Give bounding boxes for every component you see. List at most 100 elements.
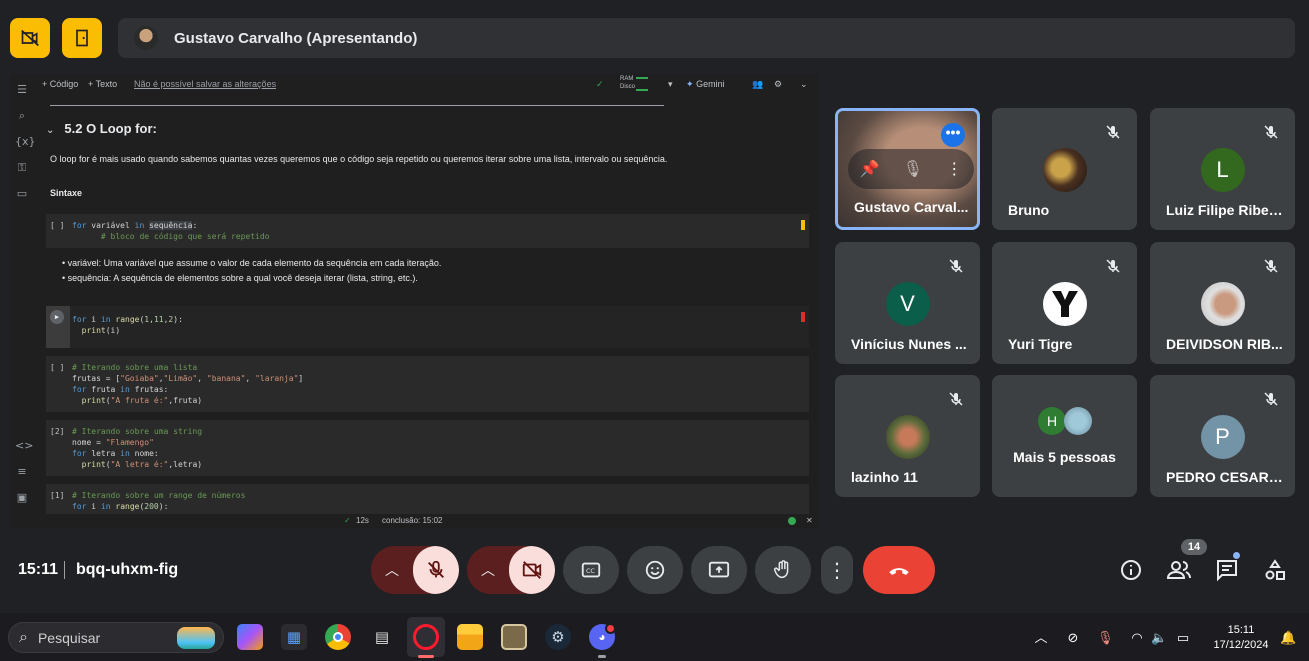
- show-hidden-icons-chevron-icon[interactable]: ︿: [1033, 630, 1049, 646]
- cell-exec-count: [ ]: [50, 221, 65, 230]
- chrome-app-icon[interactable]: [325, 624, 351, 650]
- tile-more-options-button[interactable]: •••: [941, 123, 965, 147]
- door-icon: [76, 29, 88, 47]
- store-app-icon[interactable]: ▦: [281, 624, 307, 650]
- camera-off-tray-icon[interactable]: ⊘: [1065, 630, 1081, 646]
- taskbar-search[interactable]: ⌕ Pesquisar: [8, 622, 224, 653]
- file-explorer-app-icon[interactable]: [457, 624, 483, 650]
- participant-name: Luiz Filipe Ribei...: [1166, 202, 1284, 218]
- mic-off-icon: [1259, 387, 1283, 411]
- unmute-mic-button[interactable]: [413, 546, 459, 594]
- steam-app-icon[interactable]: ⚙: [545, 624, 571, 650]
- add-text-button[interactable]: + Texto: [88, 79, 117, 89]
- opera-app-icon[interactable]: [413, 624, 439, 650]
- picture-app-icon[interactable]: [501, 624, 527, 650]
- runtime-dropdown-icon[interactable]: ▾: [668, 79, 673, 90]
- pin-icon[interactable]: 📌: [860, 159, 880, 179]
- hide-self-view-button[interactable]: [10, 18, 50, 58]
- reactions-button[interactable]: [627, 546, 683, 594]
- notification-bell-icon[interactable]: 🔔: [1280, 630, 1296, 646]
- shared-screen: ☰ ⌕ {x} ⚿ ▭ <> ≡ ▣ + Código + Texto Não …: [10, 74, 818, 528]
- captions-button[interactable]: CC: [563, 546, 619, 594]
- folder-icon: ▭: [16, 187, 28, 200]
- ram-label: RAM: [620, 76, 634, 82]
- present-screen-button[interactable]: [691, 546, 747, 594]
- participant-tile-deividson[interactable]: DEIVIDSON RIB...: [1150, 242, 1295, 364]
- more-options-button[interactable]: ⋮: [821, 546, 853, 594]
- elapsed-time: 12s: [356, 516, 369, 525]
- mic-off-icon: [1101, 254, 1125, 278]
- collapse-chevron-icon[interactable]: ⌄: [800, 79, 808, 90]
- leave-call-button[interactable]: [863, 546, 935, 594]
- camera-off-icon: [522, 561, 542, 579]
- code-text: # Iterando sobre um range de números for…: [72, 491, 246, 511]
- code-cell-list[interactable]: [ ] # Iterando sobre uma lista frutas = …: [46, 356, 809, 412]
- participant-avatar: [1042, 148, 1087, 192]
- participant-avatar: [1200, 282, 1245, 326]
- participant-tile-more-people[interactable]: H Mais 5 pessoas: [992, 375, 1137, 497]
- unsaved-warning-link[interactable]: Não é possível salvar as alterações: [134, 79, 276, 89]
- volume-icon[interactable]: 🔈: [1151, 630, 1167, 646]
- tile-more-vert-icon[interactable]: ⋮: [946, 159, 962, 179]
- battery-icon[interactable]: ▭: [1175, 630, 1191, 646]
- code-cell-active[interactable]: ▶ for i in range(1,11,2): print(i): [46, 306, 809, 348]
- bullet-list: variável: Uma variável que assume o valo…: [62, 256, 442, 286]
- gemini-button[interactable]: ✦ Gemini: [686, 79, 725, 90]
- code-text: # Iterando sobre uma lista frutas = ["Go…: [72, 363, 304, 405]
- exit-fullscreen-button[interactable]: [62, 18, 102, 58]
- participant-tile-lazinho[interactable]: lazinho 11: [835, 375, 980, 497]
- code-cell-syntax[interactable]: [ ] for variável in sequência: # bloco d…: [46, 214, 809, 248]
- video-settings-chevron-up-icon[interactable]: ︿: [467, 546, 510, 594]
- participant-tile-yuri[interactable]: Yuri Tigre: [992, 242, 1137, 364]
- code-snippets-icon: <>: [15, 439, 34, 452]
- turn-on-camera-button[interactable]: [509, 546, 555, 594]
- share-people-icon[interactable]: 👥: [752, 79, 763, 90]
- mic-off-icon: [1259, 254, 1283, 278]
- sparkle-icon: ✦: [686, 79, 694, 89]
- people-button[interactable]: [1165, 556, 1193, 584]
- bullet-item: sequência: A sequência de elementos sobr…: [62, 271, 441, 286]
- mic-off-icon: [944, 254, 968, 278]
- mic-off-icon: [944, 387, 968, 411]
- participant-tile-luiz[interactable]: L Luiz Filipe Ribei...: [1150, 108, 1295, 230]
- completion-time: conclusão: 15:02: [382, 516, 443, 525]
- wifi-icon[interactable]: ◠: [1129, 630, 1145, 646]
- notebook-content: ⌄ 5.2 O Loop for: O loop for é mais usado…: [34, 94, 818, 514]
- toc-icon: ☰: [17, 83, 27, 96]
- svg-text:CC: CC: [586, 567, 595, 575]
- participant-tile-bruno[interactable]: Bruno: [992, 108, 1137, 230]
- participant-tile-vinicius[interactable]: V Vinícius Nunes ...: [835, 242, 980, 364]
- meeting-clock: 15:11: [18, 561, 59, 578]
- participant-tile-gustavo[interactable]: 📌 🎙 ⋮ ••• Gustavo Carval...: [835, 108, 980, 230]
- files-stack-app-icon[interactable]: ▤: [369, 624, 395, 650]
- closed-captions-icon: CC: [581, 562, 601, 578]
- audio-settings-chevron-up-icon[interactable]: ︿: [371, 546, 414, 594]
- ram-disk-indicator[interactable]: RAM Disco: [620, 75, 635, 91]
- mic-in-use-icon[interactable]: 🎙: [1097, 630, 1114, 646]
- code-text: for variável in sequência: # bloco de có…: [72, 221, 270, 241]
- participant-name: Gustavo Carval...: [854, 199, 969, 215]
- raise-hand-button[interactable]: [755, 546, 811, 594]
- settings-gear-icon[interactable]: ⚙: [774, 79, 782, 90]
- code-cell-range[interactable]: [1] # Iterando sobre um range de números…: [46, 484, 809, 514]
- mic-icon[interactable]: 🎙: [903, 159, 923, 179]
- meeting-details-button[interactable]: [1117, 556, 1145, 584]
- section-header[interactable]: ⌄ 5.2 O Loop for:: [46, 121, 157, 136]
- chrome-center: [333, 632, 343, 642]
- code-cell-string[interactable]: [2] # Iterando sobre uma string nome = "…: [46, 420, 809, 476]
- copilot-app-icon[interactable]: [237, 624, 263, 650]
- participant-avatar: L: [1200, 148, 1245, 192]
- cell-exec-count: [2]: [50, 427, 65, 436]
- cell-marker: [801, 220, 805, 230]
- run-cell-button[interactable]: ▶: [50, 310, 64, 324]
- add-code-button[interactable]: + Código: [42, 79, 78, 89]
- secrets-key-icon: ⚿: [17, 161, 27, 174]
- chevron-down-icon: ⌄: [46, 125, 55, 136]
- activities-button[interactable]: [1261, 556, 1289, 584]
- disk-label: Disco: [620, 84, 636, 90]
- gemini-label: Gemini: [696, 79, 725, 89]
- system-clock[interactable]: 15:11 17/12/2024: [1209, 623, 1273, 653]
- chat-button[interactable]: [1213, 556, 1241, 584]
- participant-tile-pedro[interactable]: P PEDRO CESAR ...: [1150, 375, 1295, 497]
- close-status-icon[interactable]: ✕: [806, 516, 813, 525]
